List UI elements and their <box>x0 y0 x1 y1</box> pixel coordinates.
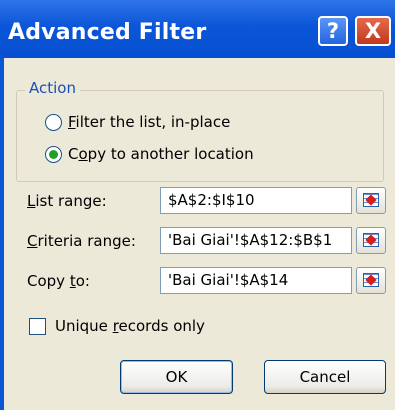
label-text: ecords only <box>118 317 205 335</box>
label-text: py to another location <box>87 145 254 163</box>
close-button[interactable]: X <box>355 16 391 46</box>
mnemonic-f: F <box>68 113 76 131</box>
copy-to-location-label[interactable]: Copy to another location <box>68 145 254 163</box>
unique-records-label[interactable]: Unique records only <box>55 317 205 335</box>
label-text: ilter the list, in-place <box>75 113 231 131</box>
ok-button[interactable]: OK <box>120 360 233 394</box>
criteria-range-label: Criteria range: <box>27 232 136 250</box>
dialog-title: Advanced Filter <box>8 20 207 45</box>
label-text: ist range: <box>35 192 107 210</box>
filter-in-place-radio[interactable] <box>45 114 62 131</box>
list-range-input[interactable]: $A$2:$I$10 <box>160 187 352 214</box>
list-range-label: List range: <box>27 192 107 210</box>
unique-records-checkbox[interactable] <box>29 318 46 335</box>
label-text: C <box>68 145 79 163</box>
list-range-collapse-button[interactable] <box>356 187 386 214</box>
cancel-button[interactable]: Cancel <box>264 360 386 394</box>
label-text: Copy <box>27 272 70 290</box>
copy-to-label: Copy to: <box>27 272 90 290</box>
action-legend: Action <box>25 79 80 97</box>
advanced-filter-dialog: Advanced Filter ? X Action Filter the li… <box>0 0 395 410</box>
help-button[interactable]: ? <box>318 16 348 46</box>
criteria-range-input[interactable]: 'Bai Giai'!$A$12:$B$1 <box>160 227 352 254</box>
copy-to-location-radio[interactable] <box>45 146 62 163</box>
label-text: Unique <box>55 317 113 335</box>
mnemonic-o: o <box>78 145 88 163</box>
copy-to-collapse-button[interactable] <box>356 267 386 294</box>
label-text: o: <box>75 272 90 290</box>
title-bar[interactable]: Advanced Filter ? X <box>0 0 395 58</box>
radio-selected-dot <box>49 150 58 159</box>
filter-in-place-label[interactable]: Filter the list, in-place <box>68 113 230 131</box>
mnemonic-c: C <box>27 232 38 250</box>
label-text: riteria range: <box>37 232 136 250</box>
copy-to-input[interactable]: 'Bai Giai'!$A$14 <box>160 267 352 294</box>
window-border <box>0 58 4 410</box>
criteria-range-collapse-button[interactable] <box>356 227 386 254</box>
action-groupbox <box>16 90 384 182</box>
